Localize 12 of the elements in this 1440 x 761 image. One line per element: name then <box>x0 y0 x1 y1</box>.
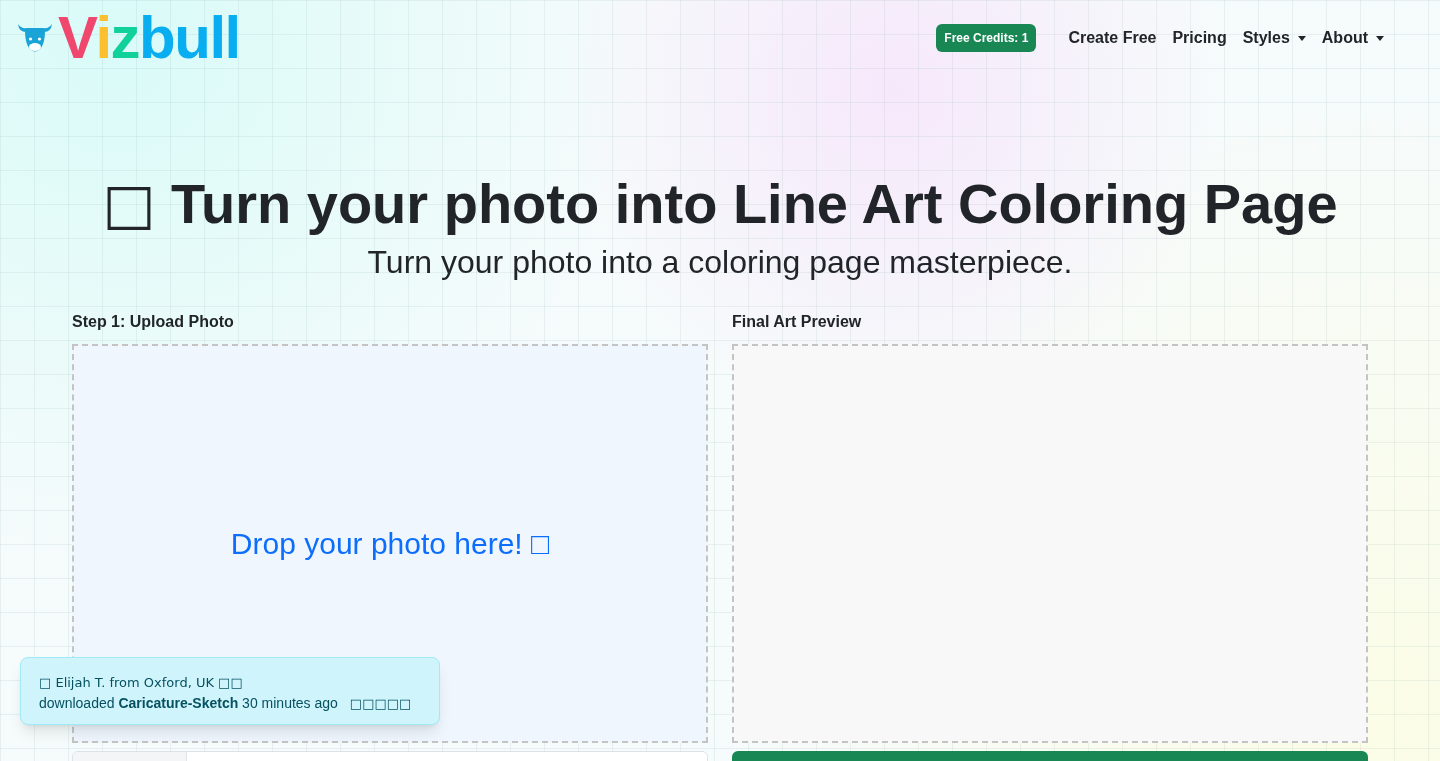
nav-link[interactable]: Pricing <box>1172 26 1227 50</box>
nav-dropdown[interactable]: Styles <box>1242 26 1306 50</box>
drop-prompt: Drop your photo here! □ <box>230 526 550 562</box>
caret-icon <box>1297 35 1306 41</box>
nav-dropdown[interactable]: About <box>1321 26 1384 50</box>
caret-icon <box>1376 35 1384 41</box>
nav-link[interactable]: Create Free <box>1068 26 1157 50</box>
upload-label: Step 1: Upload Photo <box>72 312 235 332</box>
preview-label: Final Art Preview <box>732 312 863 332</box>
free-credits-badge: Free Credits: 1 <box>936 24 1037 52</box>
rating-stars: □□□□□ <box>349 695 412 713</box>
page-subtitle: Turn your photo into a coloring page masterpiece. <box>367 243 1073 282</box>
